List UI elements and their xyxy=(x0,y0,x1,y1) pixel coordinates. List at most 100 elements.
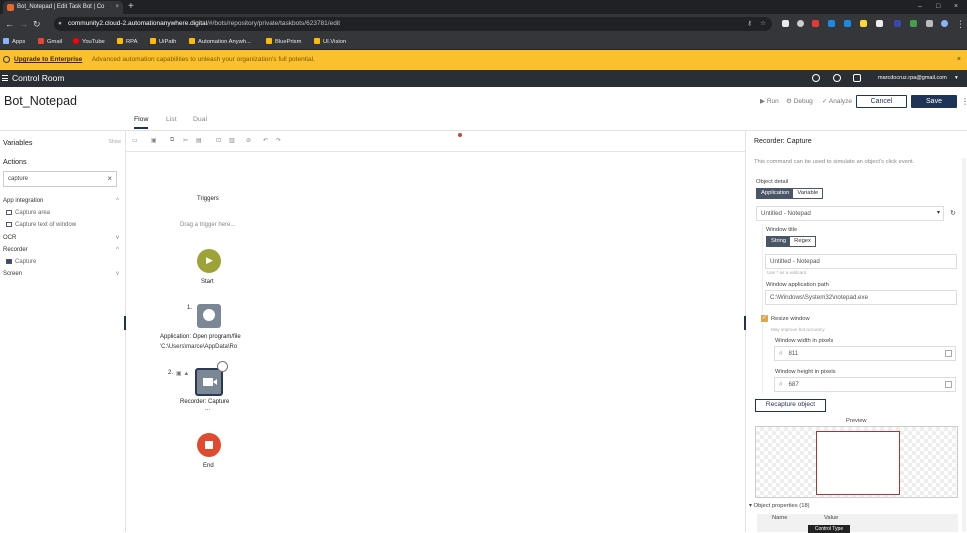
puzzle-icon[interactable] xyxy=(926,20,933,27)
action-capture-area[interactable]: Capture area xyxy=(6,210,50,216)
close-window-icon[interactable]: × xyxy=(954,0,958,14)
close-tab-icon[interactable]: × xyxy=(115,1,119,14)
user-email[interactable]: marcdocruz.rpa@gmail.com xyxy=(878,70,947,87)
settings-icon[interactable] xyxy=(833,74,841,82)
object-source-toggle[interactable]: Application Variable xyxy=(756,188,824,199)
back-icon[interactable]: ← xyxy=(5,18,14,30)
undo-icon[interactable]: ↶ xyxy=(263,137,268,144)
group-ocr[interactable]: OCR xyxy=(3,235,16,241)
height-input[interactable]: #687 xyxy=(774,377,956,392)
user-menu-chevron-icon[interactable]: ▾ xyxy=(955,70,958,87)
cut-icon[interactable]: ✂ xyxy=(183,137,188,144)
extension-icon[interactable] xyxy=(860,20,867,27)
save-icon[interactable]: ▣ xyxy=(151,137,157,144)
extension-icon[interactable] xyxy=(828,20,835,27)
extension-icon[interactable] xyxy=(797,20,804,27)
bookmark-star-icon[interactable]: ☆ xyxy=(760,17,766,31)
bookmark-rpa[interactable]: RPA xyxy=(117,34,138,50)
window-title-input[interactable]: Untitled - Notepad xyxy=(765,254,957,269)
run-button[interactable]: ▶ Run xyxy=(760,95,779,109)
chevron-up-icon[interactable]: ^ xyxy=(116,198,119,204)
key-icon[interactable]: ⚷ xyxy=(747,17,752,31)
save-button[interactable]: Save xyxy=(911,95,957,108)
bookmark-uipath[interactable]: UiPath xyxy=(150,34,176,50)
start-node[interactable]: ▶ xyxy=(197,249,221,273)
forward-icon[interactable]: → xyxy=(19,18,28,30)
record-icon[interactable]: ▭ xyxy=(132,137,138,144)
paste-icon[interactable]: ▤ xyxy=(196,137,202,144)
object-properties-toggle[interactable]: ▾ Object properties (18) xyxy=(749,503,810,509)
option-regex[interactable]: Regex xyxy=(790,237,815,246)
group-recorder[interactable]: Recorder xyxy=(3,247,28,253)
more-options-icon[interactable]: ⋮ xyxy=(961,95,967,108)
variable-picker-icon[interactable] xyxy=(945,381,952,388)
show-variables-link[interactable]: Show xyxy=(108,139,121,145)
bookmark-uivision[interactable]: UI.Vision xyxy=(314,34,346,50)
resize-hint: May improve bot accuracy xyxy=(771,327,825,332)
extension-icon[interactable] xyxy=(910,20,917,27)
width-input[interactable]: #811 xyxy=(774,346,956,361)
node-info-icon[interactable] xyxy=(217,361,228,372)
refresh-icon[interactable]: ↻ xyxy=(950,209,956,217)
bookmark-gmail[interactable]: Gmail xyxy=(38,34,62,50)
maximize-icon[interactable]: □ xyxy=(936,0,940,14)
trigger-dropzone[interactable]: Drag a trigger here... xyxy=(180,222,235,228)
window-select[interactable]: Untitled - Notepad ▾ xyxy=(756,206,944,221)
option-application[interactable]: Application xyxy=(757,189,794,198)
address-bar[interactable]: ● community2.cloud-2.automationanywhere.… xyxy=(54,17,772,31)
extension-icon[interactable] xyxy=(876,20,883,27)
debug-button[interactable]: ⚙ Debug xyxy=(786,95,813,109)
cancel-button[interactable]: Cancel xyxy=(856,95,907,108)
group-app-integration[interactable]: App integration xyxy=(3,198,43,204)
reload-icon[interactable]: ↻ xyxy=(33,18,41,30)
match-type-toggle[interactable]: String Regex xyxy=(766,236,816,247)
tab-dual[interactable]: Dual xyxy=(193,116,207,123)
clear-search-icon[interactable]: × xyxy=(107,172,112,186)
actions-search-input[interactable]: capture × xyxy=(3,171,117,187)
redo-icon[interactable]: ↷ xyxy=(276,137,281,144)
lock-icon[interactable]: ⊡ xyxy=(216,137,221,144)
analyze-button[interactable]: ✓ Analyze xyxy=(822,95,852,109)
disable-icon[interactable]: ⊘ xyxy=(246,137,251,144)
recapture-button[interactable]: Recapture object xyxy=(755,399,826,412)
copy-icon[interactable]: ⧉ xyxy=(170,137,174,144)
action-capture[interactable]: Capture xyxy=(6,259,36,265)
panel-scrollbar[interactable] xyxy=(962,158,966,532)
delete-icon[interactable]: ▥ xyxy=(229,137,235,144)
extension-icon[interactable] xyxy=(894,20,901,27)
option-string[interactable]: String xyxy=(767,237,791,246)
end-node[interactable] xyxy=(197,433,221,457)
video-camera-icon xyxy=(203,378,213,386)
minimize-icon[interactable]: – xyxy=(918,0,922,14)
variable-picker-icon[interactable] xyxy=(945,350,952,357)
profile-avatar[interactable] xyxy=(941,20,948,27)
app-path-input[interactable]: C:\Windows\System32\notepad.exe xyxy=(765,290,957,305)
extension-icon[interactable] xyxy=(812,20,819,27)
bookmark-apps[interactable]: Apps xyxy=(3,34,25,50)
capture-area-icon xyxy=(6,210,12,215)
tab-list[interactable]: List xyxy=(166,116,177,123)
hamburger-menu-icon[interactable] xyxy=(2,75,8,81)
upgrade-link[interactable]: Upgrade to Enterprise xyxy=(14,56,82,63)
close-banner-icon[interactable]: × xyxy=(957,50,961,70)
group-screen[interactable]: Screen xyxy=(3,271,22,277)
extension-icon[interactable] xyxy=(844,20,851,27)
chevron-up-icon[interactable]: ^ xyxy=(116,247,119,253)
notifications-icon[interactable] xyxy=(853,74,861,82)
extension-icon[interactable] xyxy=(782,20,789,27)
bookmark-automation-anywhere[interactable]: Automation Anywh... xyxy=(189,34,251,50)
help-icon[interactable] xyxy=(812,74,820,82)
browser-tab[interactable]: Bot_Notepad | Edit Task Bot | Co × xyxy=(3,1,123,14)
resize-checkbox[interactable]: ✓ xyxy=(761,315,768,322)
browser-menu-icon[interactable]: ⋮ xyxy=(956,18,965,30)
bookmark-blueprism[interactable]: BluePrism xyxy=(266,34,301,50)
new-tab-button[interactable]: + xyxy=(128,0,134,14)
tab-flow[interactable]: Flow xyxy=(134,116,149,129)
capture-node[interactable] xyxy=(195,368,223,396)
option-variable[interactable]: Variable xyxy=(793,189,822,198)
chevron-down-icon[interactable]: v xyxy=(116,235,119,241)
bookmark-youtube[interactable]: YouTube xyxy=(73,34,105,50)
action-capture-text-of-window[interactable]: Capture text of window xyxy=(6,222,76,228)
chevron-down-icon[interactable]: v xyxy=(116,271,119,277)
open-program-node[interactable] xyxy=(197,304,221,328)
